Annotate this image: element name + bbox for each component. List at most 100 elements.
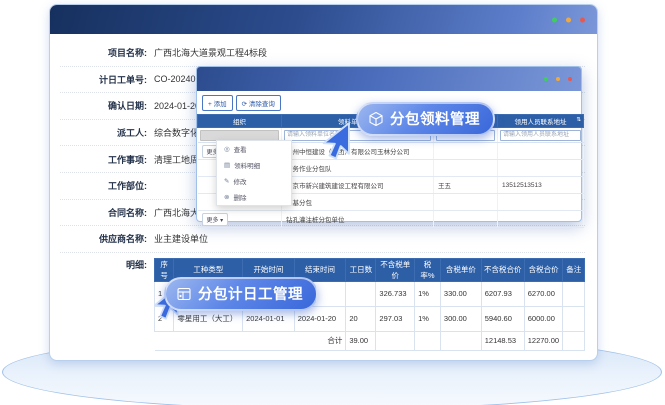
address-cell bbox=[498, 211, 584, 228]
menu-item-material-detail[interactable]: ▤ 领料明细 bbox=[217, 157, 291, 173]
overlay-titlebar bbox=[197, 67, 581, 91]
delete-icon: ⊗ bbox=[224, 193, 229, 201]
badge-label: 分包领料管理 bbox=[390, 108, 480, 129]
cell: 300.00 bbox=[440, 306, 481, 331]
col-header: 含税单价 bbox=[440, 258, 481, 281]
menu-item-label: 修改 bbox=[233, 176, 246, 186]
unit-name-cell: 桩基分包 bbox=[282, 194, 434, 211]
col-header: 含税合价 bbox=[524, 258, 563, 281]
person-cell bbox=[434, 143, 498, 160]
overlay-window-controls bbox=[544, 77, 572, 81]
clear-query-button[interactable]: ⟳ 清除查询 bbox=[236, 95, 281, 111]
view-icon: ◎ bbox=[224, 145, 230, 153]
menu-item-view[interactable]: ◎ 查看 bbox=[217, 141, 291, 157]
person-cell bbox=[434, 211, 498, 228]
field-value: 广西北海大道景观工程4标段 bbox=[154, 46, 267, 59]
add-button[interactable]: + 添加 bbox=[202, 95, 233, 111]
org-filter-input[interactable] bbox=[200, 130, 280, 141]
person-cell bbox=[434, 194, 498, 211]
cell bbox=[415, 331, 441, 350]
field-label: 工作事项: bbox=[60, 153, 154, 166]
address-cell bbox=[498, 143, 584, 160]
menu-item-label: 领料明细 bbox=[234, 160, 260, 170]
cell bbox=[155, 331, 174, 350]
field-detail: 明细: 序号 工种类型 开始时间 结束时间 工日数 不含税单价 bbox=[60, 253, 585, 351]
field-label: 派工人: bbox=[60, 126, 154, 139]
total-inc-tax: 12270.00 bbox=[524, 331, 563, 350]
field-project-name: 项目名称: 广西北海大道景观工程4标段 bbox=[60, 40, 585, 67]
col-header: 税率% bbox=[415, 258, 441, 281]
cell: 5940.60 bbox=[481, 306, 524, 331]
cube-icon bbox=[368, 111, 384, 127]
window-controls bbox=[552, 17, 585, 22]
cell: 6000.00 bbox=[524, 306, 563, 331]
address-cell: 13512513513 bbox=[498, 177, 584, 194]
maximize-dot-icon[interactable] bbox=[556, 77, 560, 81]
cell: 330.00 bbox=[440, 281, 481, 306]
col-header: 工日数 bbox=[346, 258, 376, 281]
cell: 297.03 bbox=[376, 306, 415, 331]
field-label: 明细: bbox=[60, 258, 154, 271]
total-workdays: 39.00 bbox=[346, 331, 376, 350]
cell bbox=[563, 331, 585, 350]
cell: 6207.93 bbox=[481, 281, 524, 306]
row-actions-menu: ◎ 查看 ▤ 领料明细 ✎ 修改 ⊗ 删除 bbox=[216, 140, 292, 206]
address-filter-input[interactable] bbox=[500, 130, 581, 141]
badge-material-management: 分包领料管理 bbox=[356, 102, 495, 136]
field-value: 2024-01-20 bbox=[154, 101, 200, 111]
cell: 1% bbox=[415, 306, 441, 331]
cell bbox=[563, 306, 585, 331]
menu-item-label: 查看 bbox=[234, 144, 247, 154]
field-label: 确认日期: bbox=[60, 99, 154, 112]
unit-name-cell: 钻孔灌注桩分包单位 bbox=[282, 211, 434, 228]
total-row: 合计 39.00 12148.53 12270.00 bbox=[155, 331, 585, 350]
field-label: 项目名称: bbox=[60, 46, 154, 59]
col-header: 备注 bbox=[563, 258, 585, 281]
col-header-org: 组织 bbox=[198, 115, 282, 128]
edit-icon: ✎ bbox=[224, 177, 229, 185]
maximize-dot-icon[interactable] bbox=[566, 17, 571, 22]
unit-name-cell: 劳务作业分包队 bbox=[282, 160, 434, 177]
cell: 6270.00 bbox=[524, 281, 563, 306]
cell bbox=[346, 281, 376, 306]
close-dot-icon[interactable] bbox=[568, 77, 572, 81]
address-cell bbox=[498, 194, 584, 211]
badge-daywork-management: 分包计日工管理 bbox=[164, 277, 318, 311]
unit-name-cell: 南京市新兴建筑建设工程有限公司 bbox=[282, 177, 434, 194]
sort-icon[interactable]: ⇅ bbox=[576, 117, 581, 123]
total-ex-tax: 12148.53 bbox=[481, 331, 524, 350]
minimize-dot-icon[interactable] bbox=[552, 17, 557, 22]
field-label: 工作部位: bbox=[60, 179, 154, 192]
person-cell bbox=[434, 160, 498, 177]
address-cell bbox=[498, 160, 584, 177]
field-label: 计日工单号: bbox=[60, 73, 154, 86]
cell bbox=[243, 331, 295, 350]
badge-label: 分包计日工管理 bbox=[198, 283, 303, 304]
cell: 20 bbox=[346, 306, 376, 331]
main-window-titlebar bbox=[50, 5, 597, 34]
col-header: 不含税单价 bbox=[376, 258, 415, 281]
close-dot-icon[interactable] bbox=[580, 17, 585, 22]
table-chart-icon bbox=[176, 286, 192, 302]
cell: 326.733 bbox=[376, 281, 415, 306]
material-requisition-window: + 添加 ⟳ 清除查询 组织 领料单位名称⇅ 领用人员⇅ 领用人员联系地址⇅ 更… bbox=[196, 66, 582, 222]
cursor-pointer-icon bbox=[316, 122, 356, 162]
menu-item-delete[interactable]: ⊗ 删除 bbox=[217, 189, 291, 205]
col-header: 不含税合价 bbox=[481, 258, 524, 281]
field-value: 业主建设单位 bbox=[154, 232, 208, 245]
menu-item-label: 删除 bbox=[233, 192, 246, 202]
menu-item-edit[interactable]: ✎ 修改 bbox=[217, 173, 291, 189]
cell: 1% bbox=[415, 281, 441, 306]
unit-name-cell: 贵州中恒建设（集团）有限公司玉林分公司 bbox=[282, 143, 434, 160]
field-label: 供应商名称: bbox=[60, 232, 154, 245]
table-row: 更多 ▾ 钻孔灌注桩分包单位 bbox=[198, 211, 584, 228]
minimize-dot-icon[interactable] bbox=[544, 77, 548, 81]
cell bbox=[440, 331, 481, 350]
person-cell: 王五 bbox=[434, 177, 498, 194]
total-label: 合计 bbox=[294, 331, 346, 350]
cell bbox=[376, 331, 415, 350]
col-header: 序号 bbox=[155, 258, 174, 281]
stage: 项目名称: 广西北海大道景观工程4标段 计日工单号: CO-2024013000… bbox=[0, 0, 665, 405]
more-actions-button[interactable]: 更多 ▾ bbox=[202, 213, 229, 226]
cell bbox=[563, 281, 585, 306]
